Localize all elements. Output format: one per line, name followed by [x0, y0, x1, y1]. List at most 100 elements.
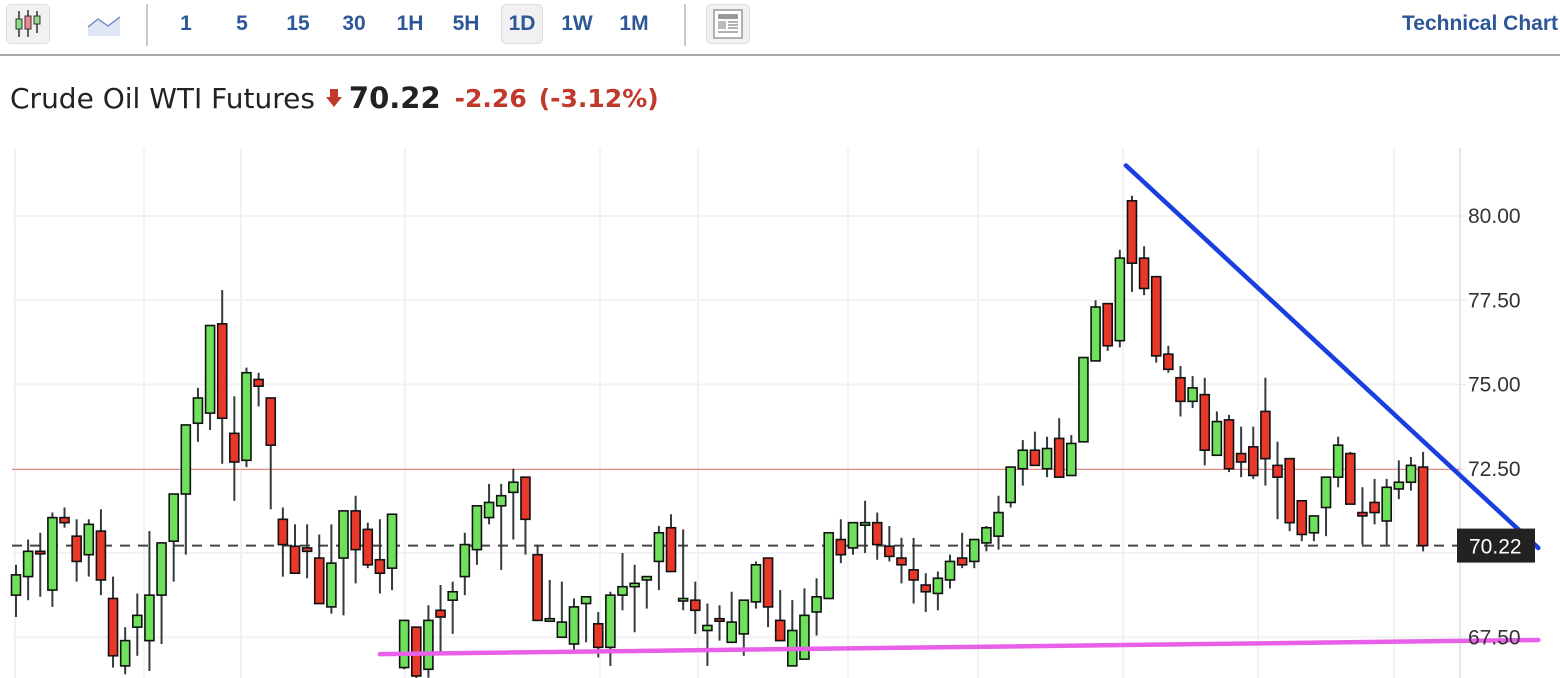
timeframe-1m[interactable]: 1M	[612, 4, 656, 44]
candle	[884, 526, 895, 562]
candle-body-up	[823, 531, 835, 600]
timeframe-5[interactable]: 5	[224, 4, 260, 44]
news-layout-icon	[713, 9, 743, 39]
candle	[423, 605, 434, 678]
candle-body-up	[1381, 486, 1392, 522]
price-change-percent: (-3.12%)	[538, 83, 659, 113]
candle-body-up	[1187, 387, 1198, 403]
candle	[47, 512, 58, 607]
timeframe-1w[interactable]: 1W	[556, 4, 598, 44]
line-chart-icon	[87, 16, 121, 36]
timeframe-30[interactable]: 30	[334, 4, 374, 44]
candle-body-up	[1393, 481, 1405, 490]
y-tick-label: 77.50	[1468, 289, 1521, 312]
candle	[580, 596, 592, 643]
candle	[119, 627, 131, 675]
candle-body-up	[738, 599, 750, 635]
candle	[1332, 436, 1344, 488]
y-tick-label: 67.50	[1468, 626, 1521, 649]
candle	[956, 532, 968, 569]
timeframe-1h[interactable]: 1H	[390, 4, 430, 44]
candle	[265, 397, 277, 510]
candle	[495, 483, 507, 570]
timeframe-1[interactable]: 1	[168, 4, 204, 44]
candle	[1223, 414, 1235, 473]
candle-body-up	[1211, 420, 1223, 457]
candle	[22, 539, 34, 601]
candle-body-up	[702, 624, 713, 632]
candle-body-down	[762, 557, 774, 608]
candle	[520, 476, 531, 555]
candle	[1296, 499, 1308, 542]
candle-body-up	[326, 562, 337, 608]
candle	[1405, 456, 1417, 491]
candle-body-down	[350, 510, 361, 551]
candle-body-up	[1066, 442, 1077, 477]
candlestick-chart[interactable]: 80.00 77.50 75.00 72.50 67.50 70.22	[0, 130, 1560, 678]
candle	[459, 532, 471, 596]
candle	[338, 510, 349, 616]
candle-body-down	[665, 526, 677, 573]
candle-body-up	[204, 324, 216, 414]
candle	[750, 561, 762, 609]
candle-body-down	[1199, 393, 1211, 452]
candle-body-up	[508, 481, 519, 494]
candle	[677, 529, 689, 611]
candle-body-up	[1320, 476, 1332, 509]
candle	[605, 591, 616, 666]
candle-body-up	[641, 575, 653, 581]
candle	[1102, 302, 1113, 351]
last-price: 70.22	[348, 81, 441, 115]
candle-body-up	[617, 585, 628, 596]
candle-body-up	[423, 619, 434, 671]
candle	[835, 519, 847, 564]
candle	[823, 531, 835, 600]
technical-chart-link[interactable]: Technical Chart	[1402, 12, 1558, 36]
candle	[920, 573, 932, 612]
candle-body-down	[265, 397, 277, 446]
candle-body-down	[1345, 452, 1356, 505]
candle-body-down	[532, 553, 543, 622]
candle	[653, 526, 665, 591]
candle-body-up	[180, 424, 192, 495]
candle	[1211, 411, 1223, 457]
candle	[59, 507, 70, 528]
candle-body-up	[1114, 257, 1126, 342]
candle	[702, 603, 713, 666]
candle	[10, 564, 22, 618]
candle-body-up	[1405, 464, 1417, 484]
candle-body-up	[847, 521, 859, 549]
candle	[362, 522, 374, 569]
candle-body-down	[253, 378, 264, 387]
candle	[1417, 451, 1429, 552]
candle	[1308, 515, 1320, 542]
candlestick-chart-button[interactable]	[6, 4, 50, 44]
candle-body-down	[1223, 419, 1235, 470]
candle	[629, 564, 640, 633]
candle-body-up	[338, 510, 349, 559]
candle-body-up	[811, 596, 822, 613]
candle-body-up	[10, 574, 22, 596]
candle-body-down	[1272, 464, 1283, 478]
candle	[386, 513, 398, 591]
candle	[1163, 345, 1174, 373]
candle-body-down	[34, 550, 46, 555]
candle	[1053, 418, 1065, 478]
candle	[508, 468, 519, 540]
timeframe-1d[interactable]: 1D	[501, 4, 543, 44]
candle-body-down	[689, 599, 701, 612]
candle	[981, 526, 992, 552]
candle-body-down	[1163, 353, 1174, 371]
candle	[253, 372, 264, 407]
candle-body-down	[1296, 499, 1308, 536]
candle	[301, 524, 313, 579]
candle-body-up	[1090, 306, 1101, 362]
line-chart-button[interactable]	[82, 4, 126, 44]
timeframe-15[interactable]: 15	[278, 4, 318, 44]
candle-body-up	[22, 550, 34, 578]
layout-button[interactable]	[706, 4, 750, 44]
timeframe-5h[interactable]: 5H	[446, 4, 486, 44]
candle	[532, 544, 543, 622]
candle-body-up	[144, 594, 155, 642]
candle-body-down	[95, 530, 107, 581]
